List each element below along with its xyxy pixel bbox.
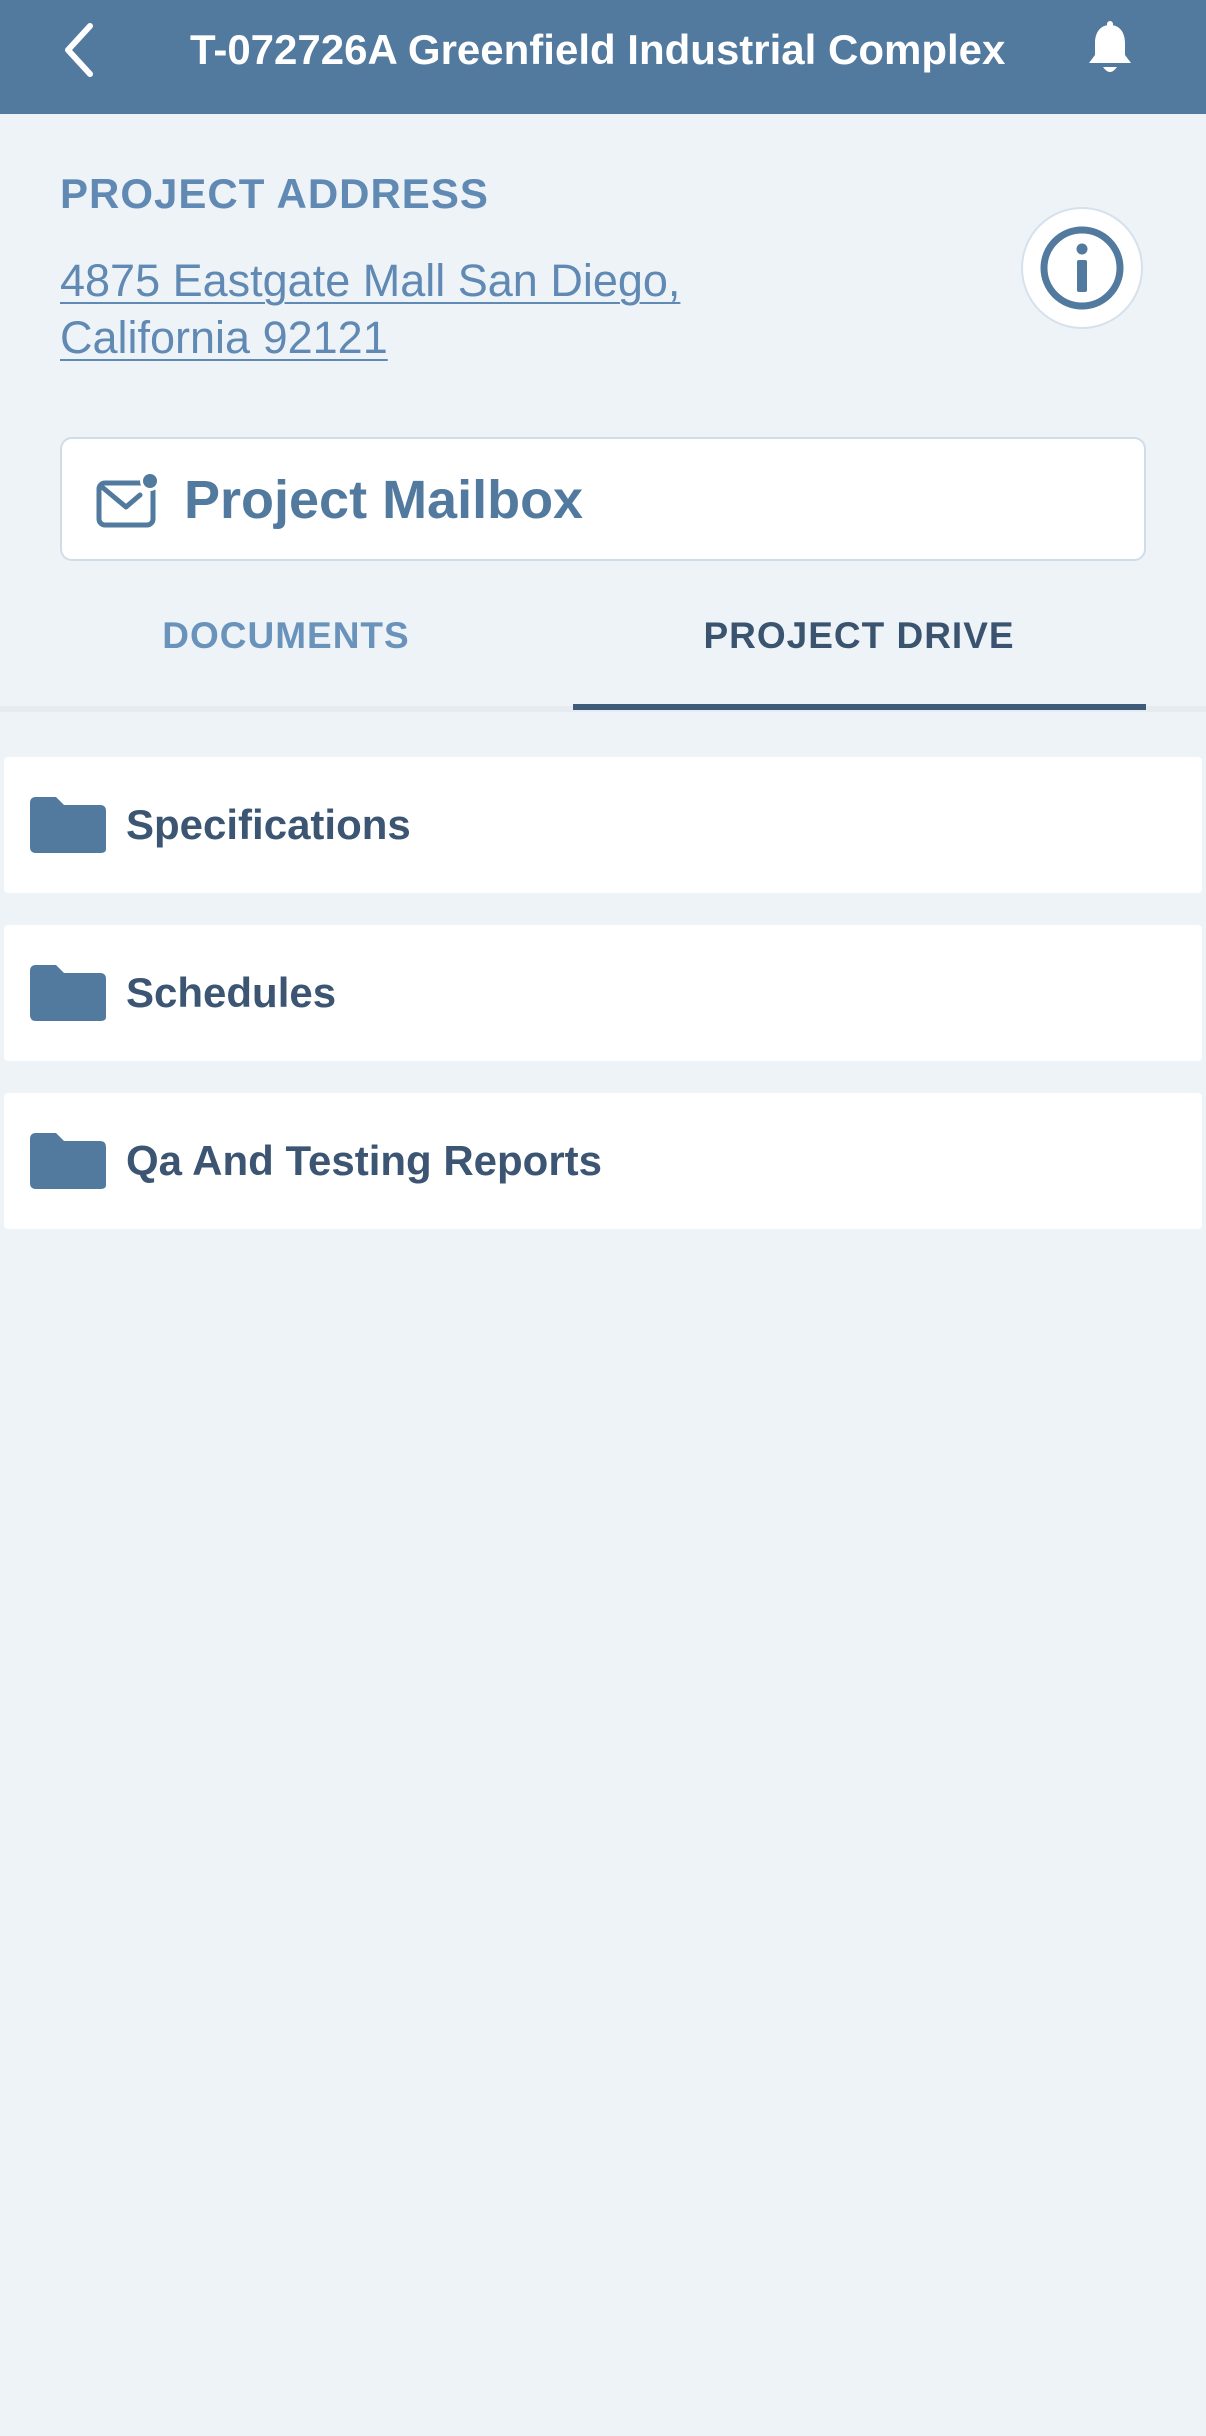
folder-item-schedules[interactable]: Schedules <box>4 925 1202 1061</box>
app-header: T-072726A Greenfield Industrial Complex <box>0 0 1206 114</box>
folder-label: Specifications <box>126 801 411 848</box>
project-address-label: PROJECT ADDRESS <box>60 170 489 217</box>
project-mailbox-label: Project Mailbox <box>184 470 584 530</box>
folder-item-qa-and-testing-reports[interactable]: Qa And Testing Reports <box>4 1093 1202 1229</box>
info-icon <box>1040 226 1124 310</box>
folder-icon <box>30 1133 106 1189</box>
page-title: T-072726A Greenfield Industrial Complex <box>190 26 1006 73</box>
folder-label: Qa And Testing Reports <box>126 1137 603 1184</box>
tab-documents[interactable]: DOCUMENTS <box>0 590 572 714</box>
folder-icon <box>30 797 106 853</box>
back-button[interactable] <box>48 14 112 86</box>
bell-icon <box>1089 21 1131 72</box>
mail-unread-icon <box>96 471 160 528</box>
active-tab-indicator <box>573 704 1146 710</box>
chevron-left-icon <box>65 23 93 77</box>
notifications-button[interactable] <box>1080 16 1140 82</box>
folder-item-specifications[interactable]: Specifications <box>4 757 1202 893</box>
tab-bar: DOCUMENTS PROJECT DRIVE <box>0 590 1206 714</box>
folder-icon <box>30 965 106 1021</box>
project-info-button[interactable] <box>1021 207 1143 329</box>
tab-project-drive[interactable]: PROJECT DRIVE <box>572 590 1146 714</box>
folder-label: Schedules <box>126 969 337 1016</box>
project-address-link[interactable]: 4875 Eastgate Mall San Diego, California… <box>60 252 820 366</box>
project-mailbox-button[interactable]: Project Mailbox <box>60 437 1146 561</box>
